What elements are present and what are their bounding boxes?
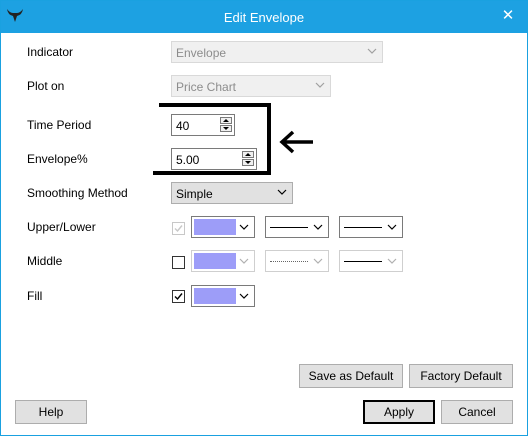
spinner-buttons [220, 117, 232, 133]
chevron-down-icon [239, 258, 249, 264]
middle-label: Middle [27, 254, 63, 268]
middle-color-picker [191, 250, 255, 272]
chevron-down-icon [313, 224, 323, 230]
solid-line-icon [344, 261, 382, 262]
left-arrow-icon [279, 130, 313, 154]
upper-lower-line-width[interactable] [339, 216, 403, 238]
dotted-line-icon [270, 261, 308, 262]
title-bar[interactable]: Edit Envelope ✕ [1, 1, 527, 33]
smoothing-select[interactable]: Simple [171, 182, 293, 204]
spinner-down-button[interactable] [220, 125, 232, 132]
upper-lower-line-style[interactable] [265, 216, 329, 238]
middle-line-width [339, 250, 403, 272]
fill-checkbox[interactable] [172, 290, 185, 303]
solid-line-icon [344, 227, 382, 228]
middle-checkbox[interactable] [172, 256, 185, 269]
solid-line-icon [270, 227, 308, 228]
chevron-down-icon [239, 224, 249, 230]
color-swatch [194, 253, 236, 269]
time-period-value[interactable]: 40 [176, 119, 189, 133]
middle-line-style [265, 250, 329, 272]
apply-button[interactable]: Apply [363, 400, 435, 424]
fill-color-picker[interactable] [191, 285, 255, 307]
time-period-spinner[interactable]: 40 [171, 114, 235, 136]
indicator-label: Indicator [27, 45, 74, 59]
window-title: Edit Envelope [223, 10, 305, 25]
spinner-up-button[interactable] [242, 151, 254, 158]
chevron-down-icon [313, 258, 323, 264]
cancel-button[interactable]: Cancel [441, 400, 513, 424]
envelope-pct-value[interactable]: 5.00 [176, 153, 199, 167]
checkmark-icon [174, 225, 183, 233]
indicator-select: Envelope [171, 41, 383, 63]
chevron-down-icon [277, 189, 287, 195]
plot-on-label: Plot on [27, 79, 65, 93]
time-period-label: Time Period [27, 118, 92, 132]
envelope-pct-label: Envelope% [27, 152, 88, 166]
smoothing-value: Simple [176, 187, 213, 201]
edit-envelope-dialog: Edit Envelope ✕ Indicator Envelope Plot … [0, 0, 528, 436]
chevron-down-icon [239, 293, 249, 299]
checkmark-icon [174, 293, 183, 301]
plot-on-select: Price Chart [171, 75, 331, 97]
upper-lower-checkbox [172, 222, 185, 235]
upper-lower-color-picker[interactable] [191, 216, 255, 238]
color-swatch [194, 219, 236, 235]
chevron-down-icon [387, 224, 397, 230]
close-button[interactable]: ✕ [497, 5, 519, 27]
help-button[interactable]: Help [15, 400, 87, 424]
smoothing-label: Smoothing Method [27, 186, 128, 200]
spinner-down-button[interactable] [242, 159, 254, 166]
indicator-value: Envelope [176, 46, 227, 60]
factory-default-button[interactable]: Factory Default [409, 364, 513, 388]
save-as-default-button[interactable]: Save as Default [299, 364, 403, 388]
upper-lower-label: Upper/Lower [27, 220, 96, 234]
color-swatch [194, 288, 236, 304]
chevron-down-icon [367, 48, 377, 54]
spinner-up-button[interactable] [220, 117, 232, 124]
plot-on-value: Price Chart [176, 80, 237, 94]
chevron-down-icon [315, 82, 325, 88]
envelope-pct-spinner[interactable]: 5.00 [171, 148, 257, 170]
fill-label: Fill [27, 289, 43, 303]
spinner-buttons [242, 151, 254, 167]
chevron-down-icon [387, 258, 397, 264]
